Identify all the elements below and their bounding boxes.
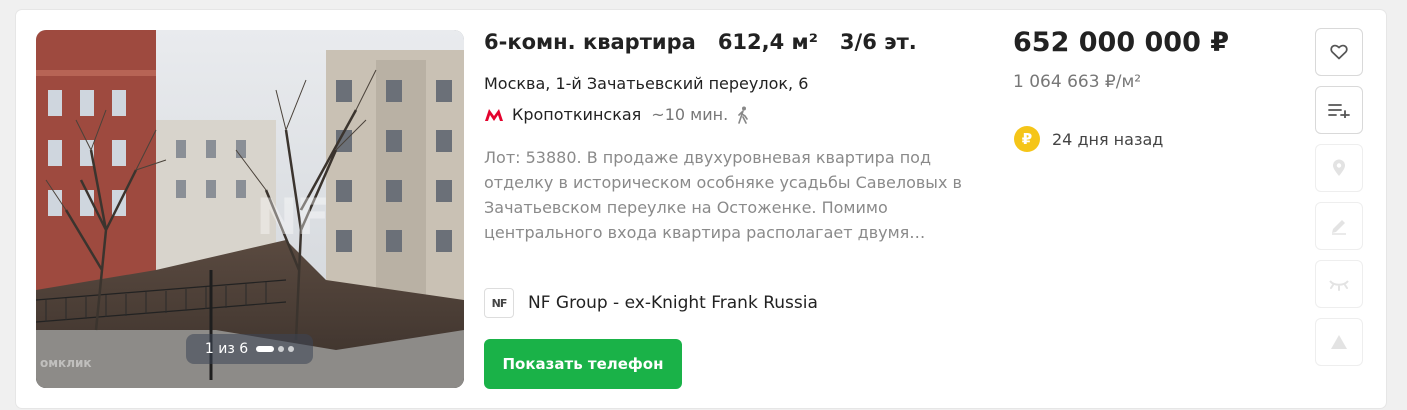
listing-address[interactable]: Москва, 1-й Зачатьевский переулок, 6 [484,74,808,93]
list-add-icon [1328,104,1350,118]
photo-dot-active [256,346,275,352]
eye-closed-icon [1329,280,1349,291]
map-button[interactable] [1315,144,1363,192]
photo-dot [288,346,295,352]
photo-pager[interactable]: 1 из 6 [186,334,313,364]
listing-floor: 3/6 эт. [839,30,917,54]
show-phone-button[interactable]: Показать телефон [484,339,682,389]
hide-button[interactable] [1315,260,1363,308]
compare-button[interactable] [1315,86,1363,134]
ruble-coin-icon: ₽ [1014,126,1040,152]
note-button[interactable] [1315,202,1363,250]
metro-time: ~10 мин. [651,105,729,124]
favorite-button[interactable] [1315,28,1363,76]
agency-name: NF Group - ex-Knight Frank Russia [528,293,818,313]
metro-station: Кропоткинская [512,105,642,124]
report-button[interactable] [1315,318,1363,366]
metro-m-icon [485,108,503,121]
listing-title[interactable]: 6-комн. квартира 612,4 м² 3/6 эт. [484,30,917,54]
listing-card[interactable]: NF омклик 1 из 6 6-комн. квартира 612,4 … [16,10,1386,408]
listing-description[interactable]: Лот: 53880. В продаже двухуровневая квар… [484,145,989,245]
agency-info[interactable]: NF NF Group - ex-Knight Frank Russia [484,288,818,318]
listing-rooms: 6-комн. квартира [484,30,696,54]
listing-area: 612,4 м² [717,30,818,54]
photo-dots [256,346,295,352]
added-date: 24 дня назад [1052,129,1164,149]
walking-person-icon [738,106,748,124]
agency-logo: NF [484,288,514,318]
heart-icon [1330,44,1348,60]
price-per-m2: 1 064 663 ₽/м² [1013,72,1142,92]
action-buttons [1315,28,1363,366]
photo-dot [278,346,285,352]
listing-added: ₽ 24 дня назад [1014,126,1163,152]
listing-price: 652 000 000 ₽ [1013,27,1230,58]
metro-info: Кропоткинская ~10 мин. [484,105,750,124]
photo-watermark: NF [256,188,330,246]
map-pin-icon [1333,159,1345,176]
photo-watermark-small: омклик [40,356,92,370]
photo-counter: 1 из 6 [204,341,249,357]
pencil-icon [1332,220,1346,235]
warning-icon [1331,335,1347,349]
listing-photo[interactable]: NF омклик 1 из 6 [36,30,464,388]
